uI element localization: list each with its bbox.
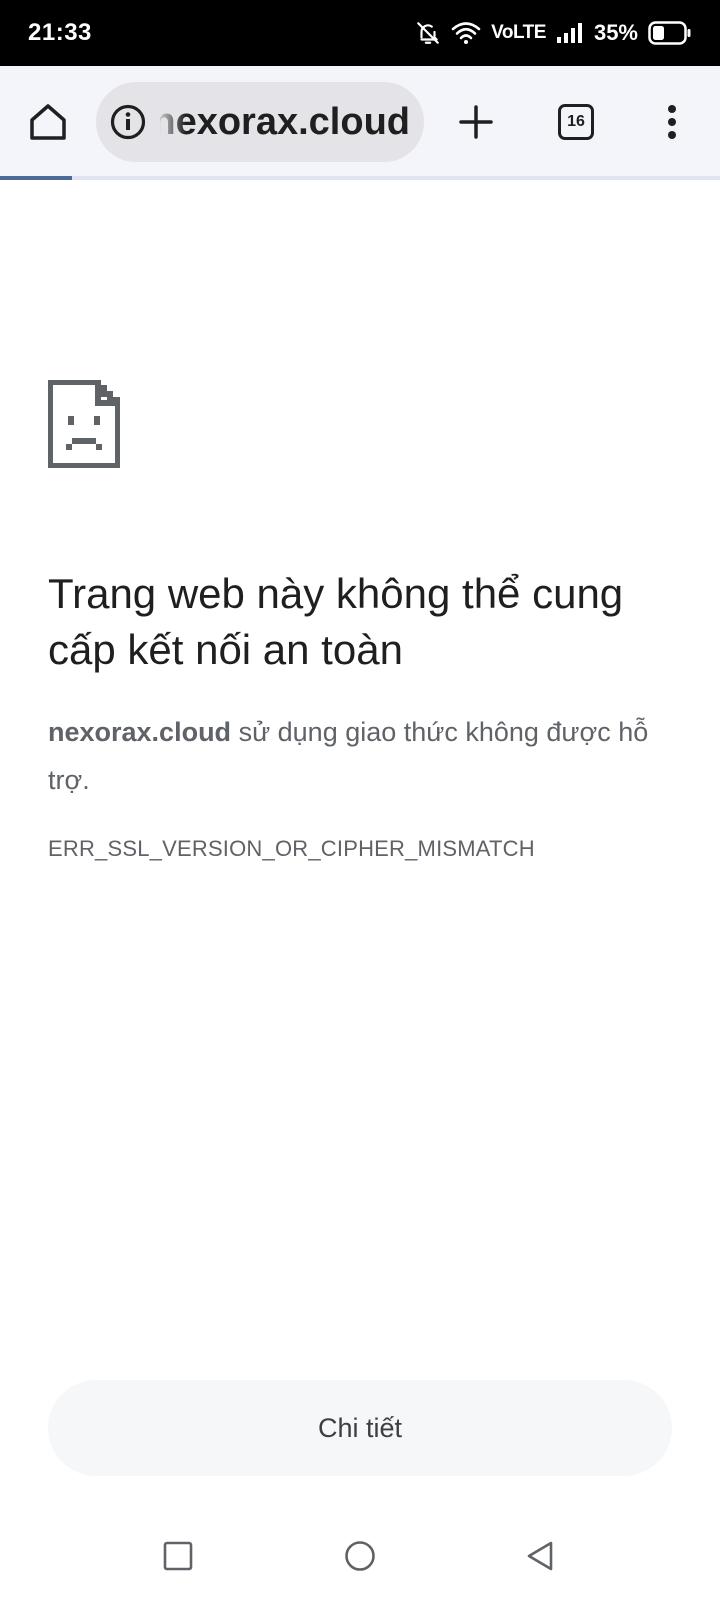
- bell-off-icon: [415, 20, 441, 46]
- address-bar[interactable]: nexorax.cloud: [96, 82, 424, 162]
- battery-percent: 35%: [593, 20, 638, 45]
- url-text[interactable]: nexorax.cloud: [160, 100, 410, 144]
- more-menu-button[interactable]: [646, 96, 698, 148]
- url-fade: [156, 96, 186, 148]
- signal-icon: [556, 22, 584, 44]
- recents-button[interactable]: [156, 1534, 200, 1578]
- details-button[interactable]: Chi tiết: [48, 1380, 672, 1476]
- home-icon: [30, 104, 66, 140]
- tabs-icon: 16: [558, 104, 594, 140]
- system-nav-bar: [0, 1510, 720, 1600]
- home-circle-icon: [345, 1541, 375, 1571]
- status-time: 21:33: [28, 19, 92, 46]
- more-vert-icon: [668, 105, 676, 139]
- error-description: nexorax.cloud sử dụng giao thức không đư…: [48, 708, 678, 804]
- status-bar: 21:33 VoLTE 35%: [0, 0, 720, 66]
- load-progress-bar: [0, 176, 720, 180]
- back-button[interactable]: [518, 1534, 562, 1578]
- back-icon: [527, 1541, 553, 1571]
- info-icon[interactable]: [110, 104, 146, 140]
- plus-icon: [459, 105, 493, 139]
- home-button[interactable]: [22, 96, 74, 148]
- new-tab-button[interactable]: [450, 96, 502, 148]
- sad-page-icon: [48, 380, 120, 468]
- error-code: ERR_SSL_VERSION_OR_CIPHER_MISMATCH: [48, 836, 535, 861]
- volte-label: VoLTE: [491, 22, 546, 43]
- browser-toolbar: nexorax.cloud 16: [0, 66, 720, 176]
- recents-icon: [163, 1541, 193, 1571]
- load-progress-fill: [0, 176, 72, 180]
- details-button-label: Chi tiết: [317, 1412, 403, 1443]
- wifi-icon: [451, 20, 481, 46]
- error-site: nexorax.cloud: [48, 717, 232, 747]
- url-value: nexorax.cloud: [160, 101, 410, 143]
- home-nav-button[interactable]: [338, 1534, 382, 1578]
- status-icons: VoLTE 35%: [415, 18, 692, 48]
- tab-switcher-button[interactable]: 16: [550, 96, 602, 148]
- battery-icon: [648, 21, 692, 45]
- tab-count: 16: [567, 113, 585, 130]
- error-title: Trang web này không thể cung cấp kết nối…: [48, 570, 624, 673]
